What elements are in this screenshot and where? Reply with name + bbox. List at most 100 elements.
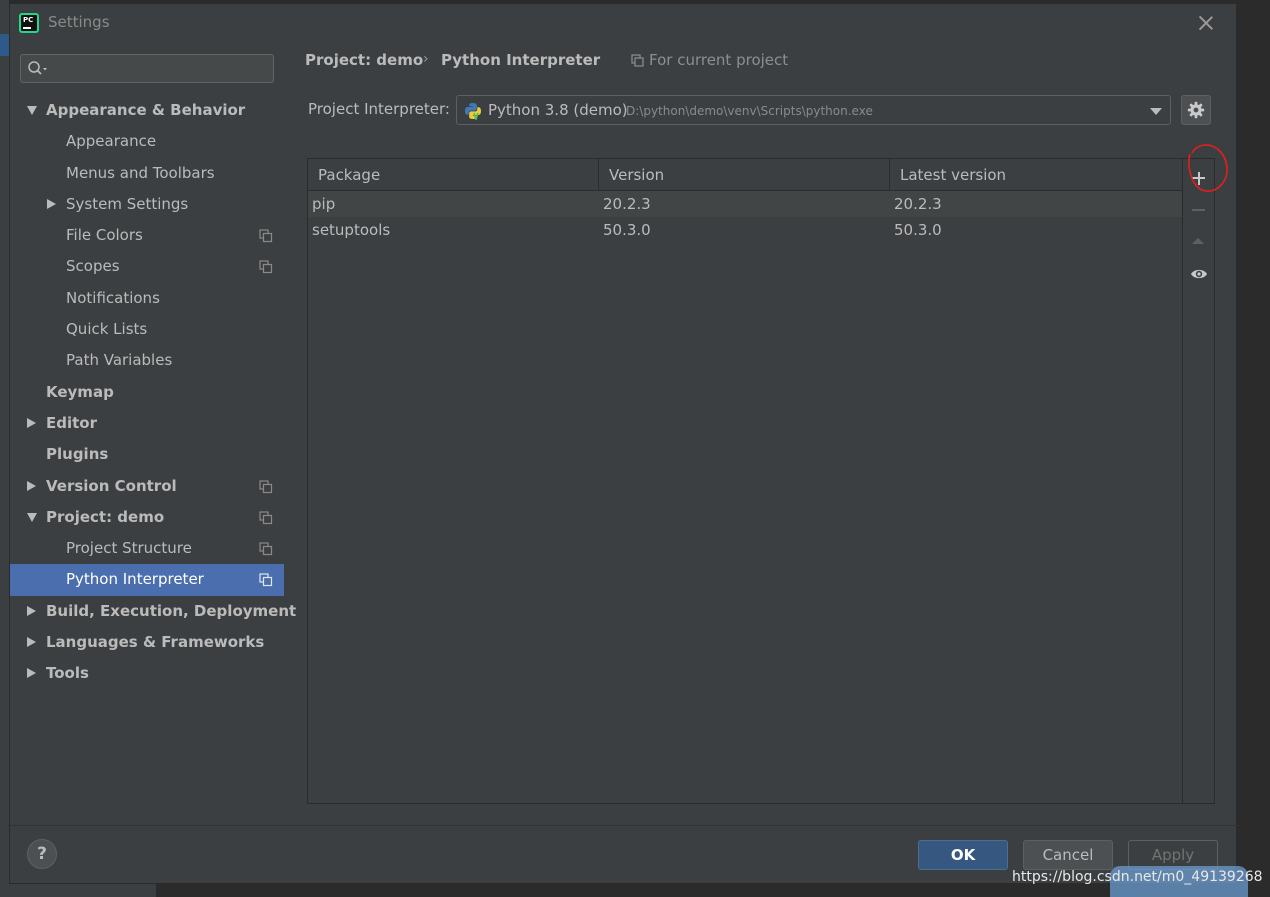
settings-dialog: PC Settings Appearance & Behavior Appeara… [9, 3, 1238, 884]
sidebar-item-label: Plugins [46, 445, 109, 464]
python-icon [465, 103, 481, 120]
sidebar-item-label: Project Structure [66, 539, 192, 558]
interpreter-settings-button[interactable] [1181, 95, 1211, 125]
sidebar-item[interactable]: Quick Lists [10, 314, 284, 345]
sidebar-item-label: Editor [46, 413, 97, 432]
help-button[interactable]: ? [27, 839, 57, 869]
sidebar-item[interactable]: Appearance [10, 126, 284, 157]
background-panel [0, 884, 156, 897]
sidebar-item-label: Menus and Toolbars [66, 163, 215, 182]
copy-icon [259, 573, 273, 587]
expand-arrow-down-icon[interactable] [27, 106, 37, 115]
table-row[interactable]: setuptools 50.3.0 50.3.0 [308, 217, 1182, 243]
ok-button[interactable]: OK [918, 840, 1008, 870]
table-cell: setuptools [312, 221, 391, 239]
table-cell: 50.3.0 [894, 221, 942, 239]
copy-icon [259, 511, 273, 524]
expand-arrow-right-icon[interactable] [27, 417, 36, 428]
interpreter-label: Project Interpreter: [308, 100, 450, 118]
background-bottom [0, 884, 1270, 897]
sidebar-item[interactable]: Languages & Frameworks [10, 627, 284, 658]
table-cell: pip [312, 195, 336, 213]
cancel-button[interactable]: Cancel [1023, 840, 1113, 870]
column-header-package[interactable]: Package [318, 166, 380, 184]
column-header-latest-version[interactable]: Latest version [900, 166, 1006, 184]
copy-icon [259, 260, 273, 274]
chevron-down-icon[interactable] [1150, 108, 1162, 115]
sidebar-item[interactable]: Editor [10, 408, 284, 439]
sidebar-item-label: System Settings [66, 194, 189, 213]
upgrade-arrow-icon[interactable] [1183, 227, 1214, 257]
sidebar-item[interactable]: Project: demo [10, 502, 284, 533]
window-title: Settings [48, 13, 110, 31]
search-icon [28, 61, 47, 75]
sidebar-item[interactable]: Tools [10, 658, 284, 689]
expand-arrow-right-icon[interactable] [27, 668, 36, 679]
sidebar-item[interactable]: Menus and Toolbars [10, 158, 284, 189]
sidebar-item-label: Keymap [46, 382, 114, 401]
sidebar-item-label: Path Variables [66, 351, 173, 370]
table-row[interactable]: pip 20.2.3 20.2.3 [308, 191, 1182, 217]
table-header: Package Version Latest version [308, 159, 1182, 191]
search-input[interactable] [51, 58, 261, 79]
title-bar: PC Settings [10, 4, 1238, 40]
gear-icon [1187, 101, 1205, 119]
sidebar-item[interactable]: Appearance & Behavior [10, 95, 284, 126]
footer-divider [10, 825, 1238, 826]
background-window-edge [0, 0, 9, 897]
sidebar-item-label: Languages & Frameworks [46, 633, 265, 652]
sidebar-item[interactable]: System Settings [10, 189, 284, 220]
settings-tree: Appearance & Behavior Appearance Menus and… [10, 95, 296, 690]
column-header-version[interactable]: Version [609, 166, 664, 184]
sidebar-item[interactable]: Python Interpreter [10, 564, 284, 596]
settings-sidebar: Appearance & Behavior Appearance Menus and… [10, 40, 296, 825]
interpreter-select[interactable]: Python 3.8 (demo) D:\python\demo\venv\Sc… [456, 95, 1171, 125]
plus-icon[interactable] [1183, 163, 1214, 193]
table-cell: 20.2.3 [894, 195, 942, 213]
pycharm-logo-icon: PC [19, 13, 39, 33]
scope-label: For current project [649, 51, 789, 69]
expand-arrow-down-icon[interactable] [27, 512, 37, 522]
sidebar-item[interactable]: Version Control [10, 471, 284, 502]
sidebar-item-label: Python Interpreter [66, 570, 204, 589]
eye-icon [1191, 269, 1207, 279]
sidebar-item-label: Project: demo [46, 507, 165, 526]
breadcrumb-page: Python Interpreter [441, 51, 601, 69]
sidebar-item[interactable]: Plugins [10, 439, 284, 470]
expand-arrow-right-icon[interactable] [27, 637, 36, 648]
show-early-releases-button[interactable] [1183, 259, 1214, 289]
sidebar-item[interactable]: Build, Execution, Deployment [10, 596, 296, 627]
sidebar-item[interactable]: Path Variables [10, 345, 284, 376]
expand-arrow-right-icon[interactable] [27, 480, 36, 491]
packages-table: Package Version Latest version pip 20.2.3… [307, 158, 1183, 804]
sidebar-item[interactable]: Keymap [10, 377, 284, 408]
background-selection [0, 34, 9, 56]
watermark-text: https://blog.csdn.net/m0_49139268 [1012, 869, 1263, 885]
copy-icon [631, 54, 644, 67]
sidebar-item-label: Quick Lists [66, 320, 148, 339]
sidebar-item[interactable]: Project Structure [10, 533, 284, 564]
sidebar-item-label: Version Control [46, 476, 177, 495]
sidebar-item[interactable]: Scopes [10, 251, 284, 282]
copy-icon [259, 479, 273, 493]
sidebar-item[interactable]: File Colors [10, 220, 284, 251]
sidebar-item-label: Appearance & Behavior [46, 101, 246, 119]
sidebar-item-label: Tools [46, 664, 89, 683]
copy-icon [259, 542, 273, 556]
minus-icon[interactable] [1183, 195, 1214, 225]
interpreter-name: Python 3.8 (demo) [488, 101, 628, 119]
sidebar-item-label: Appearance [66, 132, 157, 151]
sidebar-item[interactable]: Notifications [10, 283, 284, 314]
close-icon[interactable] [1194, 11, 1218, 35]
background-window-edge-right [1237, 0, 1270, 897]
expand-arrow-right-icon[interactable] [47, 198, 56, 209]
interpreter-path: D:\python\demo\venv\Scripts\python.exe [626, 104, 873, 118]
settings-search[interactable] [20, 54, 274, 83]
table-cell: 50.3.0 [603, 221, 651, 239]
breadcrumb-separator: › [423, 51, 429, 67]
column-divider[interactable] [889, 159, 890, 191]
expand-arrow-right-icon[interactable] [27, 605, 36, 616]
column-divider[interactable] [598, 159, 599, 191]
sidebar-item-label: Scopes [66, 257, 120, 276]
breadcrumb-project: Project: demo [305, 51, 424, 69]
